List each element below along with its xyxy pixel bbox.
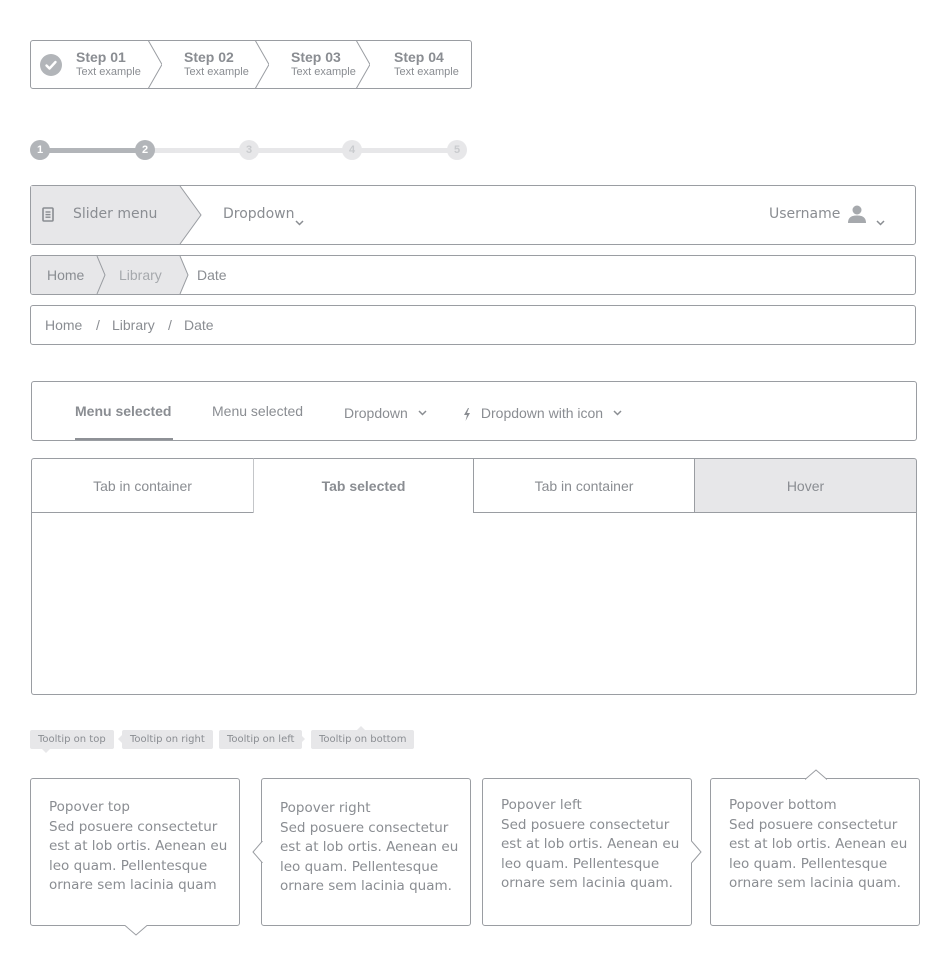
tooltip-bottom[interactable]: Tooltip on bottom [311, 730, 415, 749]
progress-line-remaining [145, 148, 457, 153]
tooltip-label: Tooltip on top [38, 734, 106, 745]
wizard-separator [255, 41, 269, 88]
chevron-down-icon [876, 213, 885, 231]
popover-title: Popover top [49, 799, 131, 815]
progress-line-complete [40, 148, 145, 153]
breadcrumb-library[interactable]: Library [119, 267, 162, 283]
slider-menu-button[interactable]: Slider menu [31, 186, 191, 244]
popover-title: Popover left [501, 797, 582, 813]
chevron-down-icon [295, 213, 304, 231]
wizard-step-title: Step 01 [76, 49, 126, 65]
tooltip-arrow [118, 735, 122, 743]
breadcrumb-library[interactable]: Library [112, 317, 155, 333]
menu-dropdown-label: Dropdown [344, 405, 408, 421]
wizard-step-subtitle: Text example [76, 66, 141, 78]
tooltip-label: Tooltip on left [227, 734, 295, 745]
wizard-step-subtitle: Text example [394, 66, 459, 78]
wizard-step-1[interactable]: Step 01 Text example [31, 41, 156, 88]
progress-step-4[interactable]: 4 [342, 140, 362, 160]
tooltip-arrow [357, 726, 365, 730]
tab-panel [31, 512, 917, 695]
popover-body: Sed posuere consectetur est at lob ortis… [280, 819, 459, 895]
dropdown-label: Dropdown [223, 206, 295, 222]
progress-step-1[interactable]: 1 [30, 140, 50, 160]
menu-item-selected[interactable]: Menu selected [75, 403, 171, 419]
wizard-step-4[interactable]: Step 04 Text example [370, 41, 470, 88]
menu-dropdown[interactable]: Dropdown [344, 403, 427, 421]
document-icon [42, 207, 54, 227]
tooltip-arrow [301, 735, 305, 743]
tooltip-left[interactable]: Tooltip on left [219, 730, 303, 749]
wizard-separator [148, 41, 162, 88]
tooltip-label: Tooltip on bottom [319, 734, 407, 745]
popover-body: Sed posuere consectetur est at lob ortis… [729, 816, 908, 892]
tab-in-container[interactable]: Tab in container [473, 458, 695, 513]
popover-left: Popover left Sed posuere consectetur est… [482, 778, 702, 926]
user-icon [847, 204, 867, 229]
tooltip-right[interactable]: Tooltip on right [122, 730, 213, 749]
tab-in-container[interactable]: Tab in container [31, 458, 254, 513]
wizard-step-title: Step 02 [184, 49, 234, 65]
tab-selected[interactable]: Tab selected [253, 458, 474, 513]
popover-title: Popover bottom [729, 797, 837, 813]
tab-container: Tab in container Tab selected Tab in con… [31, 458, 917, 695]
slider-menu-label: Slider menu [73, 206, 158, 222]
progress-step-3[interactable]: 3 [239, 140, 259, 160]
breadcrumb-arrows: Home Library Date [30, 255, 916, 295]
wizard-step-2[interactable]: Step 02 Text example [162, 41, 262, 88]
popover-arrow [691, 841, 702, 863]
navbar: Slider menu Dropdown Username [30, 185, 916, 245]
progress-step-2[interactable]: 2 [135, 140, 155, 160]
wizard-separator [356, 41, 370, 88]
popover-body: Sed posuere consectetur est at lob ortis… [49, 818, 228, 894]
breadcrumb-home[interactable]: Home [45, 317, 82, 333]
lightning-icon [463, 408, 471, 424]
breadcrumb-separator: / [96, 317, 100, 333]
wizard-step-subtitle: Text example [184, 66, 249, 78]
breadcrumb-date: Date [197, 267, 227, 283]
popover-title: Popover right [280, 800, 371, 816]
menu-item[interactable]: Menu selected [212, 403, 303, 419]
popover-top: Popover top Sed posuere consectetur est … [30, 778, 240, 936]
tooltip-arrow [42, 749, 50, 753]
menu-dropdown-with-icon[interactable]: Dropdown with icon [463, 403, 622, 424]
breadcrumb-home[interactable]: Home [47, 267, 84, 283]
step-wizard: Step 01 Text example Step 02 Text exampl… [30, 40, 472, 89]
popover-arrow [805, 769, 827, 780]
breadcrumb-slash: Home / Library / Date [30, 305, 916, 345]
wizard-step-subtitle: Text example [291, 66, 356, 78]
tab-hover[interactable]: Hover [694, 458, 917, 513]
popover-right: Popover right Sed posuere consectetur es… [252, 778, 471, 926]
check-circle-icon [40, 54, 62, 76]
chevron-down-icon [613, 403, 622, 419]
popover-bottom: Popover bottom Sed posuere consectetur e… [710, 769, 920, 926]
menu-selected-underline [75, 438, 173, 440]
navbar-dropdown[interactable]: Dropdown [223, 186, 323, 244]
popover-arrow [125, 925, 147, 936]
popover-body: Sed posuere consectetur est at lob ortis… [501, 816, 680, 892]
menu-dropdown-label: Dropdown with icon [480, 405, 604, 421]
tooltip-top[interactable]: Tooltip on top [30, 730, 114, 749]
breadcrumb-separator: / [168, 317, 172, 333]
breadcrumb-date: Date [184, 317, 214, 333]
username-label: Username [769, 206, 841, 222]
progress-step-5[interactable]: 5 [447, 140, 467, 160]
wizard-step-title: Step 04 [394, 49, 444, 65]
menu-bar: Menu selected Menu selected Dropdown Dro… [31, 381, 917, 441]
tooltip-label: Tooltip on right [130, 734, 205, 745]
user-menu[interactable]: Username [755, 186, 915, 244]
wizard-step-3[interactable]: Step 03 Text example [269, 41, 369, 88]
wizard-step-title: Step 03 [291, 49, 341, 65]
popover-arrow [252, 841, 263, 863]
chevron-down-icon [418, 403, 427, 419]
